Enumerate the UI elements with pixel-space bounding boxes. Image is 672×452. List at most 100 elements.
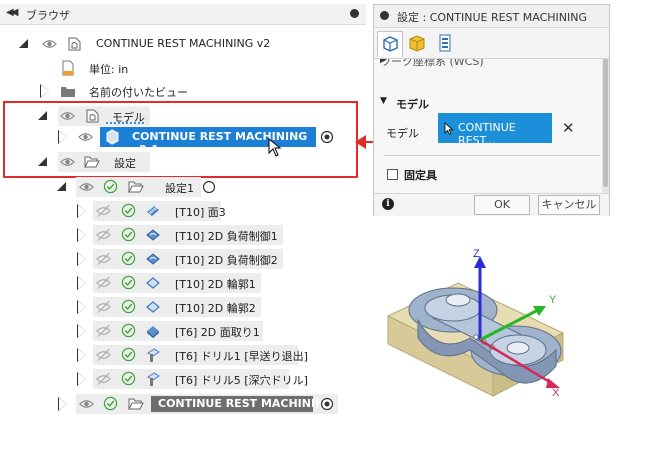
setup-cube-icon: [383, 36, 398, 52]
valid-check-icon: [121, 299, 136, 314]
tab-stock[interactable]: [405, 31, 431, 57]
tree-label: 名前の付いたビュー: [89, 86, 188, 99]
tree-label: [T6] ドリル1 [早送り退出]: [175, 350, 308, 363]
tree-label: [T6] ドリル5 [深穴ドリル]: [175, 374, 308, 387]
tree-row-operation[interactable]: [T10] 2D 負荷制御2: [0, 249, 366, 269]
face-op-icon: [147, 204, 159, 216]
cancel-button[interactable]: キャンセル: [538, 195, 600, 215]
expand-closed-icon[interactable]: [77, 228, 86, 242]
tree-row-named-views[interactable]: 名前の付いたビュー: [0, 81, 366, 101]
tab-setup[interactable]: [377, 31, 403, 57]
contour-op-icon: [145, 277, 161, 289]
tree-row-operation[interactable]: [T10] 2D 輪郭2: [0, 297, 366, 317]
dialog-scrollbar[interactable]: [602, 59, 609, 193]
valid-check-icon: [121, 203, 136, 218]
z-axis-label: Z: [473, 248, 480, 260]
fixture-checkbox[interactable]: [387, 169, 398, 180]
hidden-eye-icon[interactable]: [96, 228, 111, 242]
expand-closed-icon[interactable]: [58, 397, 67, 411]
drill-op-icon: [147, 348, 160, 362]
visibility-eye-icon[interactable]: [79, 397, 94, 411]
valid-check-icon: [121, 347, 136, 362]
chamfer-op-icon: [147, 326, 159, 338]
model-3d-view[interactable]: Z Y X: [378, 238, 578, 438]
expand-arrow-icon[interactable]: ▶: [380, 59, 387, 65]
model-field-label: モデル: [386, 127, 419, 140]
open-folder-icon: [128, 181, 144, 193]
adaptive-op-icon: [146, 229, 160, 241]
stock-box-icon: [409, 35, 425, 52]
expand-closed-icon[interactable]: [40, 84, 49, 98]
tree-row-units[interactable]: 単位: in: [0, 58, 366, 78]
open-folder-icon: [128, 398, 144, 410]
visibility-eye-icon[interactable]: [42, 37, 57, 51]
tab-post-process[interactable]: [433, 31, 459, 57]
valid-check-icon: [121, 251, 136, 266]
red-highlight-box: [3, 101, 358, 178]
wcs-section-clipped: ワーク座標系 (WCS): [380, 59, 484, 68]
select-cursor-icon: [444, 122, 454, 135]
valid-check-icon: [103, 179, 118, 194]
dialog-titlebar[interactable]: 設定 : CONTINUE REST MACHINING: [374, 5, 609, 28]
tree-row-operation[interactable]: [T6] ドリル5 [深穴ドリル]: [0, 369, 366, 389]
panel-options-icon[interactable]: [350, 9, 359, 18]
expand-closed-icon[interactable]: [77, 252, 86, 266]
tree-row-root[interactable]: CONTINUE REST MACHINING v2: [0, 34, 366, 54]
expand-closed-icon[interactable]: [77, 276, 86, 290]
valid-check-icon: [121, 323, 136, 338]
dialog-options-icon[interactable]: [380, 11, 389, 20]
expand-closed-icon[interactable]: [77, 204, 86, 218]
tree-label: 単位: in: [89, 63, 129, 76]
tree-label: [T10] 2D 負荷制御2: [175, 254, 278, 267]
drill-op-icon: [147, 372, 160, 386]
hidden-eye-icon[interactable]: [96, 252, 111, 266]
visibility-eye-icon[interactable]: [79, 180, 94, 194]
tree-row-operation[interactable]: [T6] ドリル1 [早送り退出]: [0, 345, 366, 365]
y-axis-label: Y: [549, 294, 557, 306]
activate-radio-icon[interactable]: [202, 180, 216, 194]
post-process-icon: [439, 34, 451, 52]
tree-label: [T10] 2D 輪郭1: [175, 278, 256, 291]
expand-closed-icon[interactable]: [77, 324, 86, 338]
valid-check-icon: [121, 227, 136, 242]
tree-label: CONTINUE REST MACHINING v2: [96, 37, 271, 50]
tree-label: 設定1: [165, 182, 194, 195]
tree-row-operation[interactable]: [T10] 2D 輪郭1: [0, 273, 366, 293]
tree-row-continue-rest[interactable]: CONTINUE REST MACHINING: [0, 394, 366, 414]
clear-selection-icon[interactable]: ✕: [562, 119, 575, 137]
info-icon[interactable]: i: [382, 198, 394, 210]
tree-row-setup1[interactable]: 設定1: [0, 177, 366, 197]
hidden-eye-icon[interactable]: [96, 348, 111, 362]
expand-closed-icon[interactable]: [77, 300, 86, 314]
setup-dialog: 設定 : CONTINUE REST MACHINING ワーク座標系 (WCS…: [373, 4, 610, 216]
dialog-separator: [384, 155, 600, 156]
collapse-arrow-icon[interactable]: ▼: [380, 96, 387, 106]
hidden-eye-icon[interactable]: [96, 324, 111, 338]
tree-label: [T10] 面3: [175, 206, 226, 219]
model-selection-button[interactable]: CONTINUE REST...: [438, 113, 552, 147]
collapse-panel-icon[interactable]: ◀◀: [6, 7, 19, 18]
hidden-eye-icon[interactable]: [96, 300, 111, 314]
tree-row-operation[interactable]: [T10] 2D 負荷制御1: [0, 225, 366, 245]
expand-open-icon[interactable]: [57, 182, 66, 191]
adaptive-op-icon: [146, 253, 160, 265]
model-selection-value: CONTINUE REST...: [458, 121, 516, 147]
dialog-footer: i OK キャンセル: [374, 193, 609, 216]
fixture-label: 固定具: [404, 169, 437, 182]
scrollbar-thumb[interactable]: [603, 59, 608, 187]
folder-icon: [61, 87, 75, 97]
ok-button[interactable]: OK: [474, 195, 530, 215]
activate-radio-icon[interactable]: [320, 397, 334, 411]
hidden-eye-icon[interactable]: [96, 372, 111, 386]
expand-open-icon[interactable]: [19, 39, 28, 48]
expand-closed-icon[interactable]: [77, 372, 86, 386]
hidden-eye-icon[interactable]: [96, 204, 111, 218]
tree-row-operation[interactable]: [T10] 面3: [0, 201, 366, 221]
tree-row-operation[interactable]: [T6] 2D 面取り1: [0, 321, 366, 341]
expand-closed-icon[interactable]: [77, 348, 86, 362]
hidden-eye-icon[interactable]: [96, 276, 111, 290]
section-model-title: モデル: [396, 98, 429, 111]
contour-op-icon: [145, 301, 161, 313]
dialog-body: ワーク座標系 (WCS) ▶ ▼ モデル モデル CONTINUE REST..…: [374, 59, 602, 193]
dialog-tabs: [374, 28, 609, 59]
